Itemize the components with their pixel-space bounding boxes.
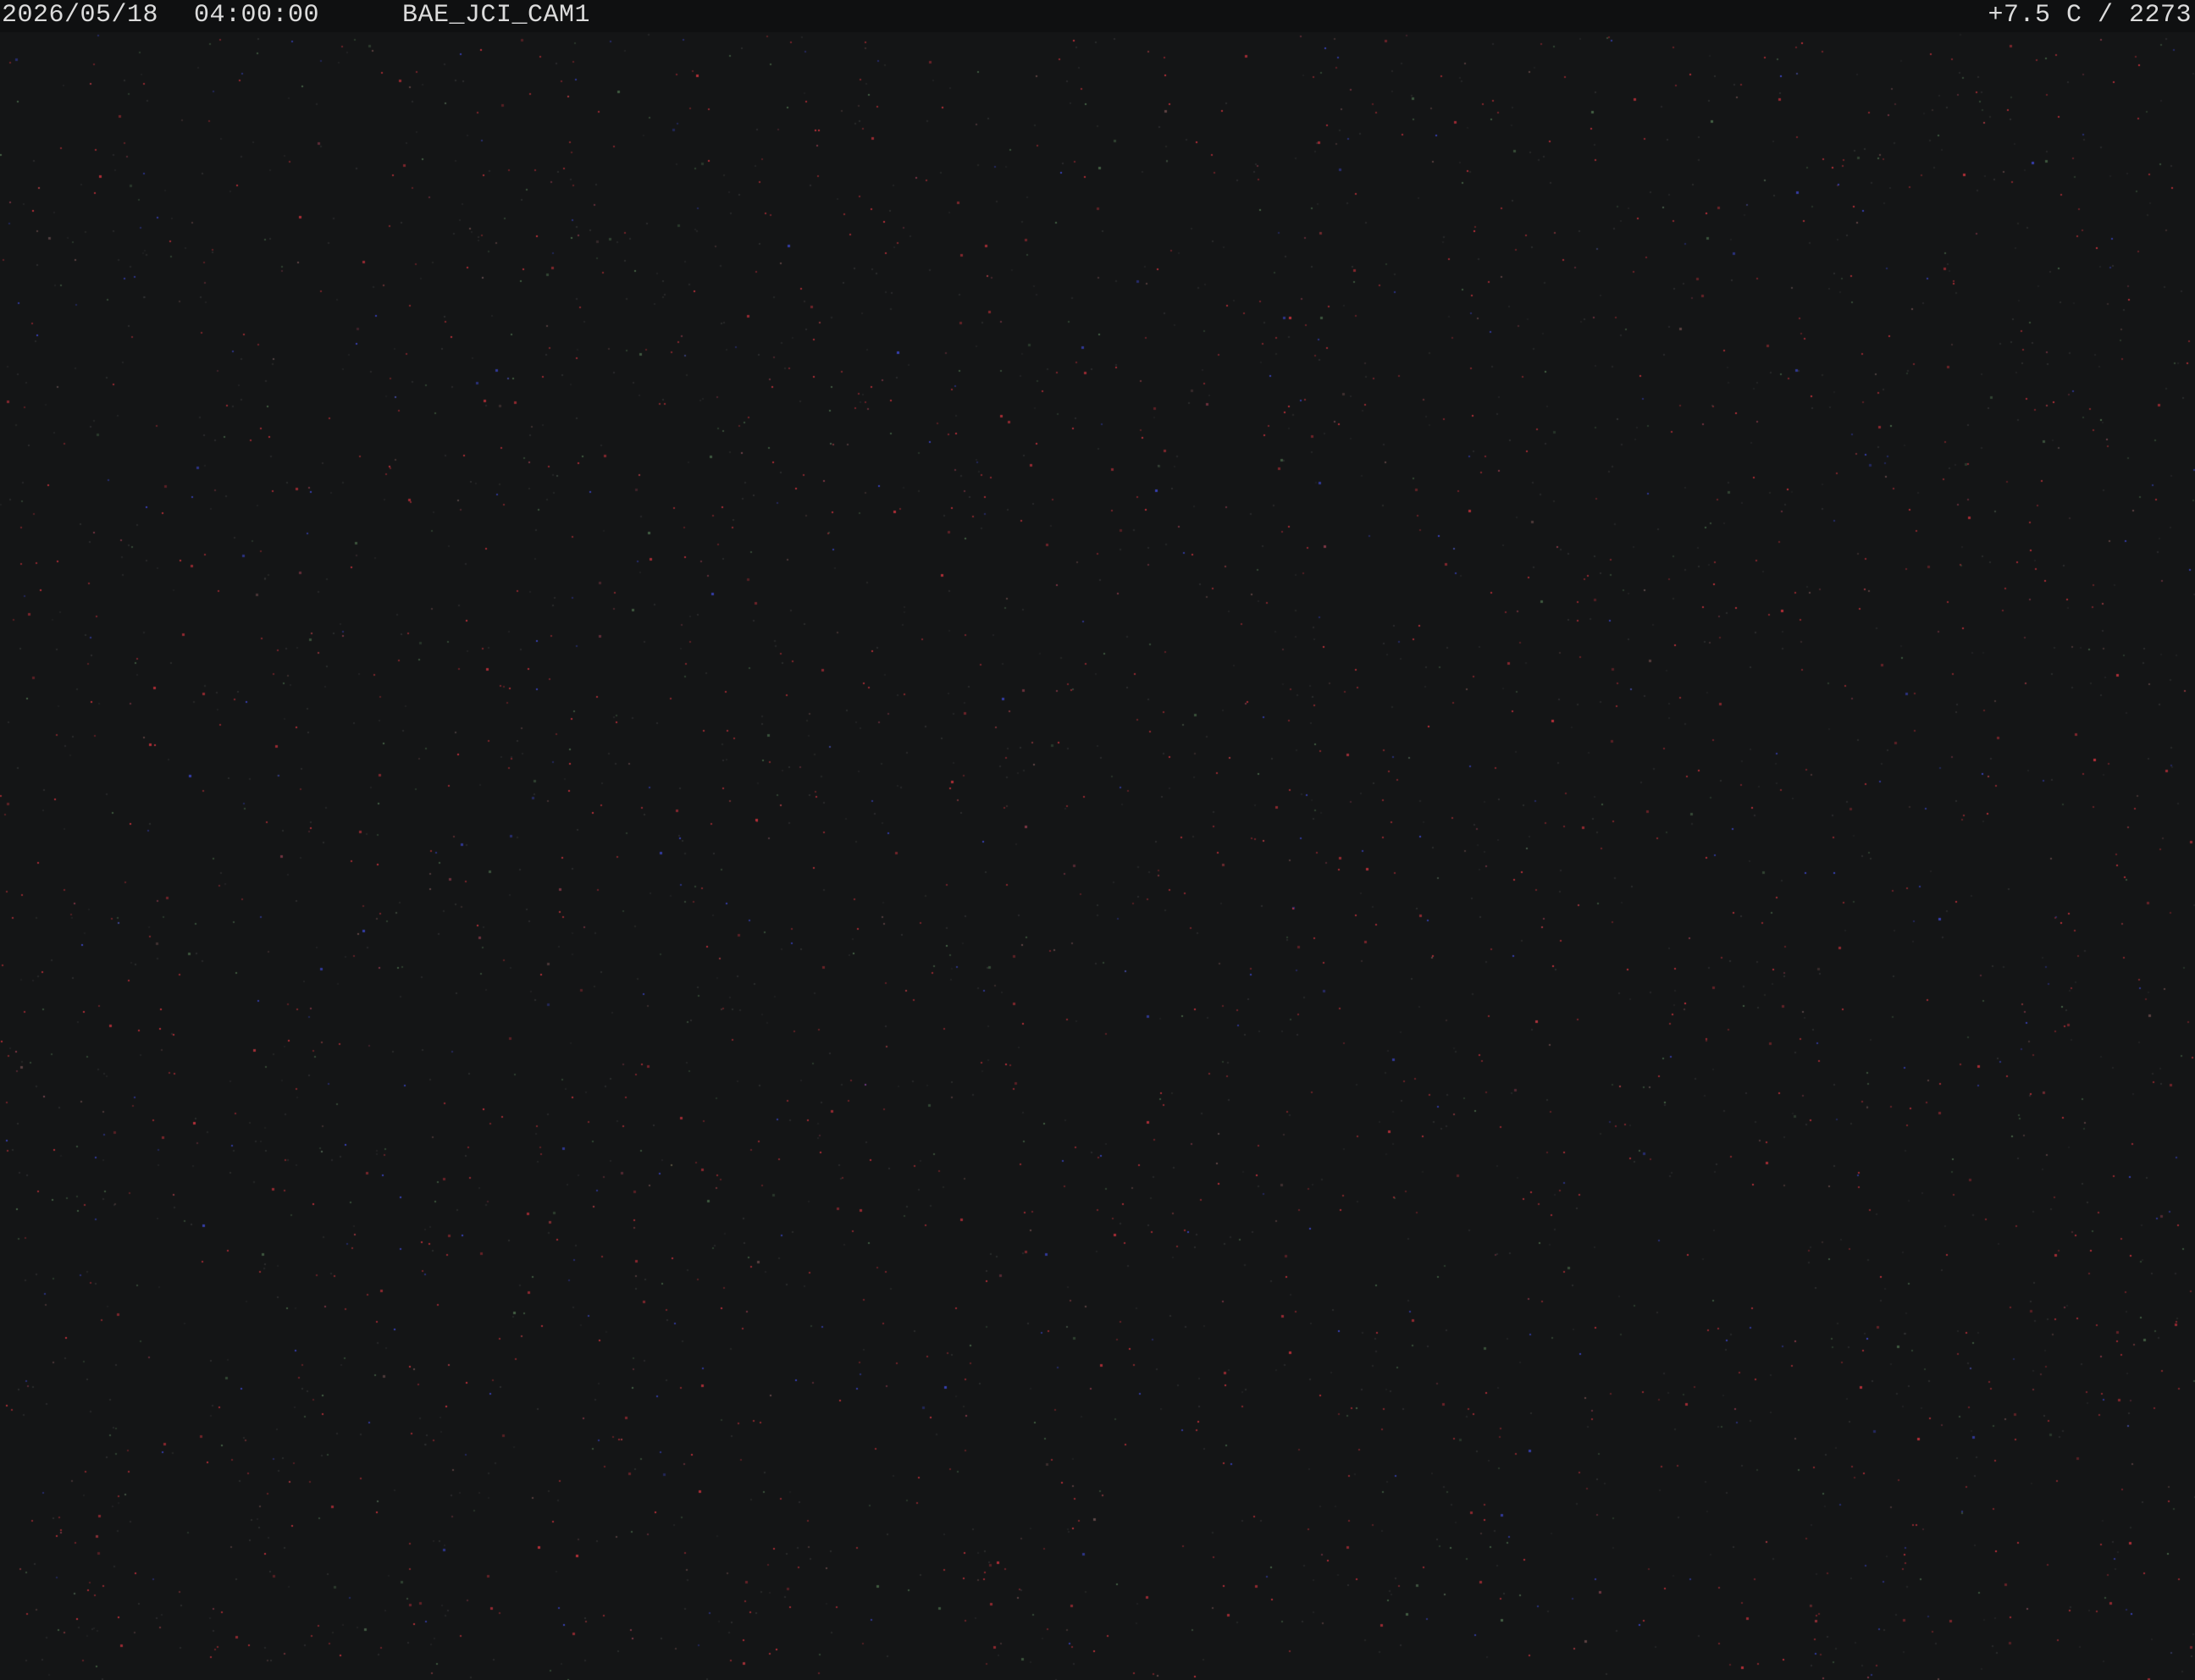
osd-date: 2026/05/18 (2, 1, 159, 30)
camera-feed: 2026/05/18 04:00:00 BAE_JCI_CAM1 +7.5 C … (0, 0, 2195, 1680)
osd-time: 04:00:00 (194, 1, 320, 30)
night-sky-image (0, 0, 2195, 1680)
osd-camera-name: BAE_JCI_CAM1 (402, 1, 591, 30)
osd-overlay: 2026/05/18 04:00:00 BAE_JCI_CAM1 +7.5 C … (0, 0, 2195, 32)
osd-temperature-status: +7.5 C / 2273 (1988, 1, 2192, 30)
